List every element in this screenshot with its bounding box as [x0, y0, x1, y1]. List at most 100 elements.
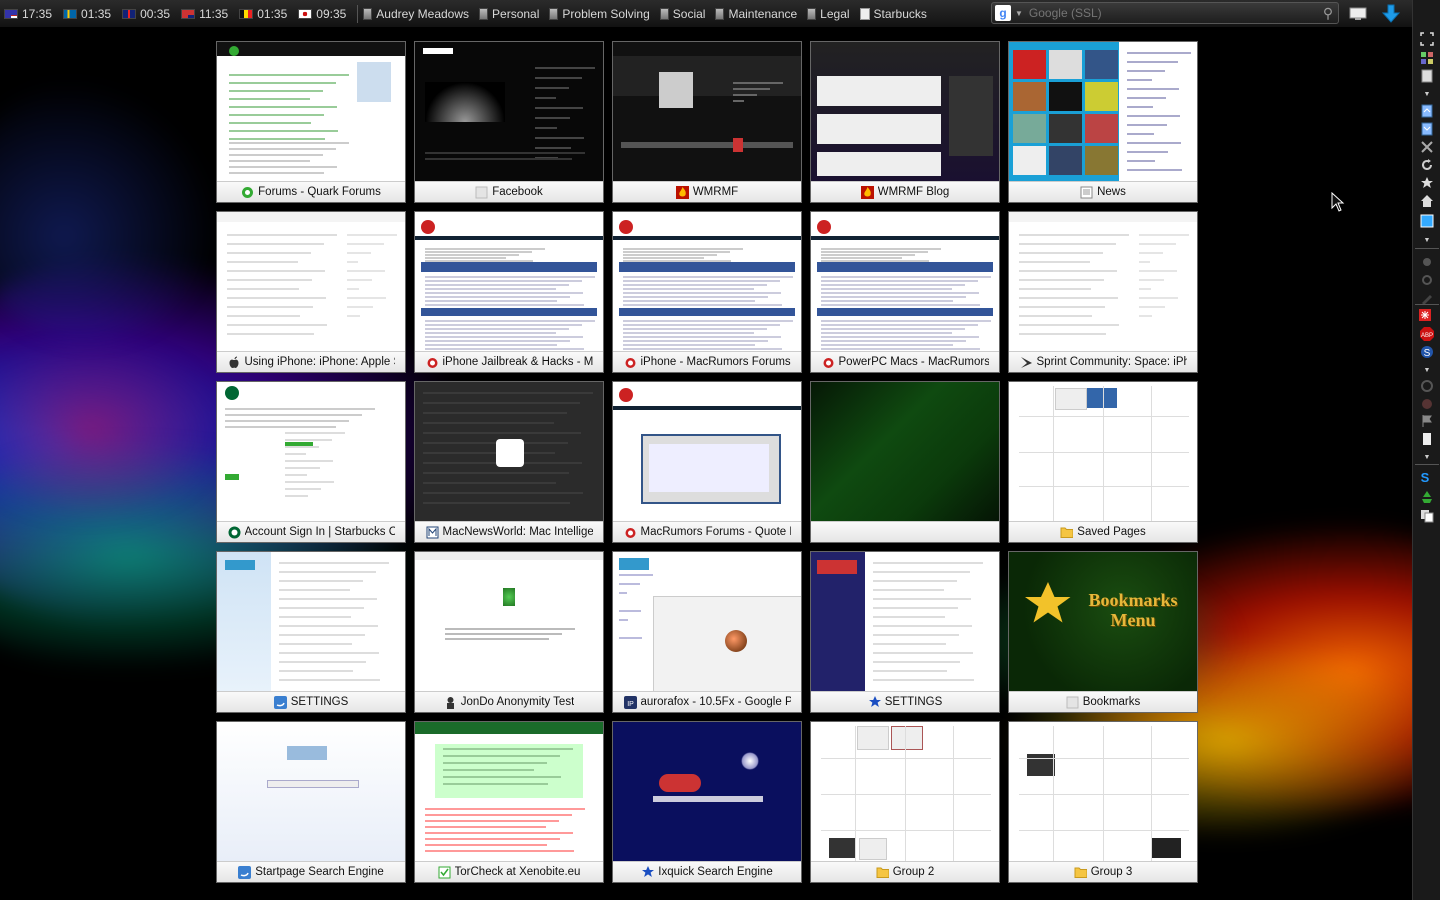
folder-icon — [1074, 866, 1087, 879]
bookmark-folder-maintenance[interactable]: Maintenance — [715, 7, 797, 21]
speed-dial-tile[interactable]: Account Sign In | Starbucks Co — [216, 381, 406, 543]
tile-thumbnail — [217, 722, 405, 862]
bookmarks-menu-art: Bookmarks Menu — [1088, 590, 1178, 630]
chevron-down-icon[interactable]: ▼ — [1419, 449, 1435, 465]
speed-dial-tile[interactable]: Bookmarks Menu Bookmarks — [1008, 551, 1198, 713]
speed-dial-tile[interactable]: TorCheck at Xenobite.eu — [414, 721, 604, 883]
speed-dial-tile[interactable]: PowerPC Macs - MacRumors Fo — [810, 211, 1000, 373]
speed-dial-tile[interactable]: SETTINGS — [216, 551, 406, 713]
tile-thumbnail — [613, 552, 801, 692]
screen-icon-button[interactable] — [1347, 3, 1369, 25]
tile-label: Forums - Quark Forums — [258, 186, 381, 198]
page-up-icon[interactable] — [1419, 103, 1435, 119]
search-input[interactable] — [1026, 5, 1318, 21]
bookmark-folder-audrey-meadows[interactable]: Audrey Meadows — [363, 7, 469, 21]
tile-label: SETTINGS — [884, 696, 943, 708]
magnifier-icon[interactable]: ⚲ — [1318, 5, 1338, 22]
copy-icon[interactable] — [1419, 508, 1435, 524]
speed-dial-tile[interactable]: Forums - Quark Forums — [216, 41, 406, 203]
globe-icon[interactable] — [1419, 396, 1435, 412]
circle-addon-icon[interactable] — [1419, 378, 1435, 394]
tile-caption: SETTINGS — [217, 691, 405, 712]
asterisk-addon-icon[interactable] — [1419, 308, 1435, 324]
speed-dial-tile[interactable]: iPhone - MacRumors Forums — [612, 211, 802, 373]
macrumors-icon — [426, 356, 439, 369]
clock-se[interactable]: 01:35 — [63, 7, 113, 21]
tile-caption: Saved Pages — [1009, 521, 1197, 542]
speed-dial-tile[interactable]: MacRumors Forums - Quote No — [612, 381, 802, 543]
downloads-button[interactable] — [1380, 3, 1402, 25]
speed-dial-tile[interactable]: IP aurorafox - 10.5Fx - Google Pro — [612, 551, 802, 713]
clock-au[interactable]: 11:35 — [181, 7, 230, 21]
bookmark-folder-icon — [659, 7, 669, 20]
close-icon[interactable] — [1419, 139, 1435, 155]
clock-jp[interactable]: 09:35 — [298, 7, 348, 21]
chevron-down-icon[interactable]: ▼ — [1419, 86, 1435, 102]
speed-dial-tile[interactable]: WMRMF — [612, 41, 802, 203]
s-addon-icon[interactable]: S — [1419, 344, 1435, 360]
google-icon[interactable]: g — [995, 5, 1011, 21]
bookmark-folder-social[interactable]: Social — [659, 6, 706, 21]
flag-icon[interactable] — [1419, 413, 1435, 429]
tile-label: iPhone Jailbreak & Hacks - Mac — [442, 356, 593, 368]
recycle-icon[interactable] — [1419, 489, 1435, 505]
bookmark-starbucks[interactable]: Starbucks — [859, 7, 927, 21]
home-icon[interactable] — [1419, 193, 1435, 209]
side-toolbar: ▼ ▼ ABP S ▼ ▼ S — [1412, 0, 1440, 900]
tile-caption: Sprint Community: Space: iPho — [1009, 351, 1197, 372]
speed-dial-tile[interactable]: SETTINGS — [810, 551, 1000, 713]
speed-dial-tile[interactable]: Startpage Search Engine — [216, 721, 406, 883]
puzzle-icon[interactable] — [1419, 254, 1435, 270]
tile-label: Ixquick Search Engine — [658, 866, 773, 878]
page-down-icon[interactable] — [1419, 121, 1435, 137]
speed-dial-tile[interactable]: WMRMF Blog — [810, 41, 1000, 203]
tile-label: Group 2 — [892, 866, 935, 878]
speed-dial-tile[interactable]: Sprint Community: Space: iPho — [1008, 211, 1198, 373]
mouse-cursor-icon — [1331, 192, 1345, 212]
gear-icon[interactable] — [1419, 272, 1435, 288]
bookmark-folder-personal[interactable]: Personal — [479, 7, 539, 21]
speed-dial-tile[interactable]: Facebook — [414, 41, 604, 203]
tile-thumbnail — [613, 212, 801, 352]
book-icon[interactable] — [1419, 68, 1435, 84]
adblock-plus-icon[interactable]: ABP — [1419, 326, 1435, 342]
speed-dial-tile[interactable]: MacNewsWorld: Mac Intelligen — [414, 381, 604, 543]
tile-caption: WMRMF — [613, 181, 801, 202]
tile-caption: PowerPC Macs - MacRumors Fo — [811, 351, 999, 372]
clock-uk[interactable]: 00:35 — [122, 7, 172, 21]
chevron-down-icon[interactable]: ▼ — [1419, 232, 1435, 248]
speed-dial-tile[interactable]: JonDo Anonymity Test — [414, 551, 604, 713]
bookmark-label: Social — [672, 6, 706, 21]
page-icon — [859, 7, 870, 20]
chevron-down-icon[interactable]: ▼ — [1419, 362, 1435, 378]
speed-dial-tile[interactable]: Using iPhone: iPhone: Apple Su — [216, 211, 406, 373]
speed-dial-tile[interactable]: iPhone Jailbreak & Hacks - Mac — [414, 211, 604, 373]
speed-dial-icon[interactable] — [1419, 50, 1435, 66]
tile-label: iPhone - MacRumors Forums — [640, 356, 791, 368]
speed-dial-tile[interactable]: News — [1008, 41, 1198, 203]
speed-dial-tile[interactable]: Saved Pages — [1008, 381, 1198, 543]
document-icon[interactable] — [1419, 431, 1435, 447]
japan-flag-icon — [298, 8, 313, 19]
bookmark-folder-problem-solving[interactable]: Problem Solving — [549, 6, 650, 21]
sweden-flag-icon — [63, 8, 78, 19]
bookmark-folder-legal[interactable]: Legal — [807, 7, 850, 21]
speed-dial-tile[interactable]: Group 3 — [1008, 721, 1198, 883]
fullscreen-icon[interactable] — [1419, 31, 1435, 47]
reload-icon[interactable] — [1419, 157, 1435, 173]
clock-be[interactable]: 01:35 — [239, 7, 289, 21]
chevron-down-icon[interactable]: ▼ — [1015, 9, 1023, 18]
search-box[interactable]: g ▼ ⚲ — [991, 2, 1339, 24]
tile-thumbnail — [613, 382, 801, 522]
bookmark-label: Problem Solving — [562, 6, 650, 21]
bookmark-folder-icon — [715, 7, 725, 20]
clock-us[interactable]: 17:35 — [4, 7, 54, 21]
screenshot-icon[interactable] — [1419, 213, 1435, 229]
blank-page-icon — [1066, 696, 1079, 709]
speed-dial-tile[interactable]: Ixquick Search Engine — [612, 721, 802, 883]
tile-thumbnail — [1009, 382, 1197, 522]
speed-dial-tile[interactable]: Group 2 — [810, 721, 1000, 883]
s-blue-icon[interactable]: S — [1419, 469, 1435, 485]
speed-dial-tile[interactable] — [810, 381, 1000, 543]
star-icon[interactable] — [1419, 175, 1435, 191]
